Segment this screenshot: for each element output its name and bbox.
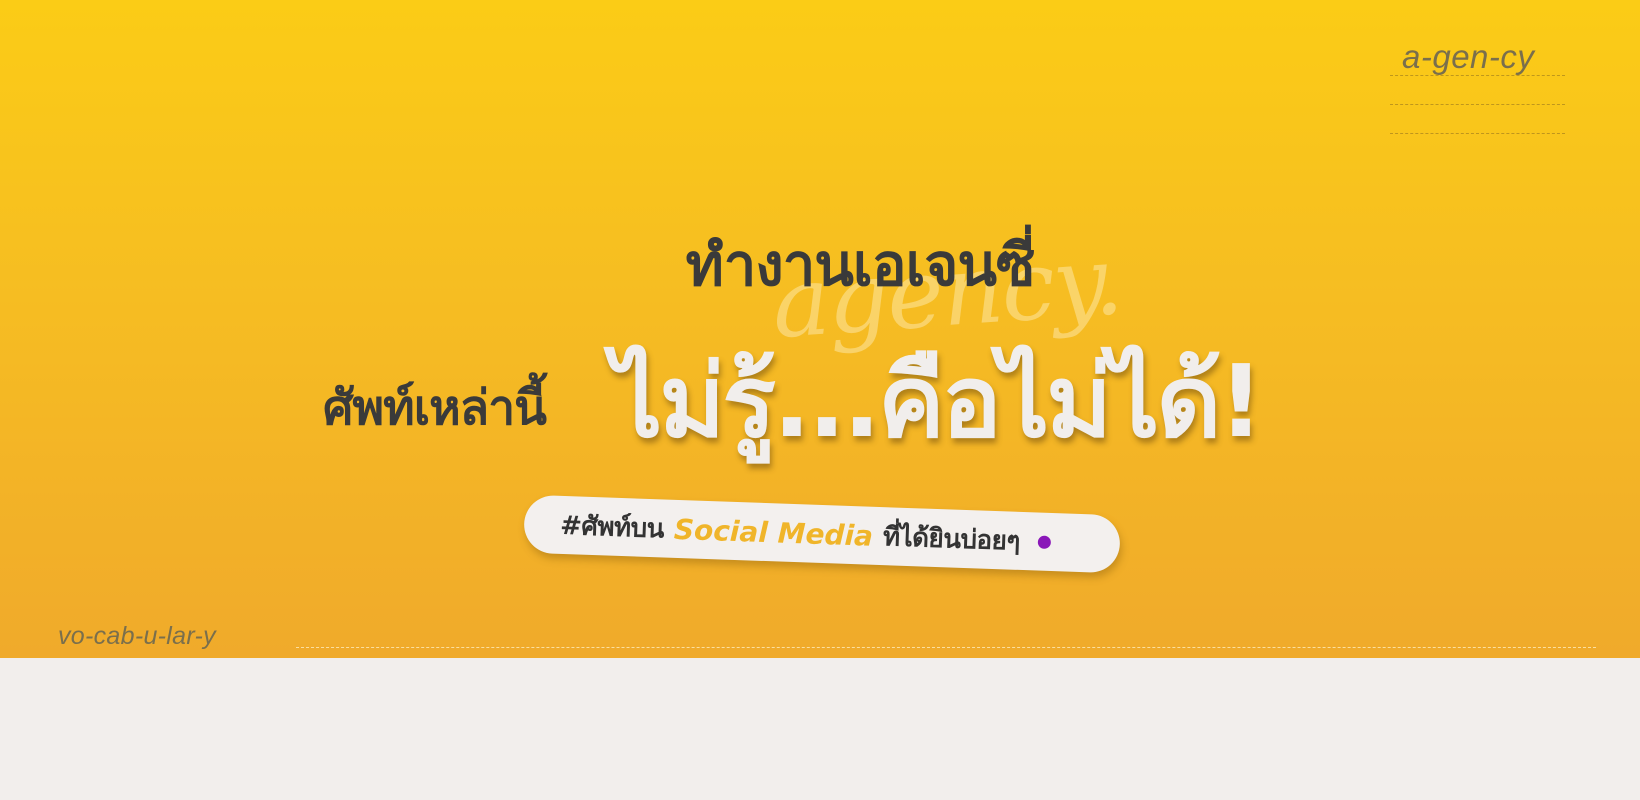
syllable-note-vocabulary: vo-cab-u-lar-y (58, 622, 216, 650)
dashed-rule (1390, 133, 1565, 134)
pill-prefix: #ศัพท์บน (559, 510, 665, 544)
syllable-note-agency: a-gen-cy (1402, 38, 1535, 75)
bottom-panel (0, 658, 1640, 800)
dot-icon (1037, 535, 1052, 549)
headline-line-1: ทำงานเอเจนซี่ (685, 231, 1036, 299)
pill-suffix: ที่ได้ยินบ่อยๆ (882, 521, 1021, 557)
pill-accent: Social Media (673, 512, 874, 553)
dashed-rule (1390, 75, 1565, 76)
dashed-rule-bottom (296, 647, 1596, 648)
dashed-rule (1390, 104, 1565, 105)
headline-line-2-small: ศัพท์เหล่านี้ (323, 380, 547, 436)
headline-line-2-big: ไม่รู้...คือไม่ได้! (612, 343, 1264, 460)
hero-banner: a-gen-cy agency. ทำงานเอเจนซี่ ศัพท์เหล่… (0, 0, 1640, 658)
hashtag-pill: #ศัพท์บน Social Media ที่ได้ยินบ่อยๆ (523, 494, 1121, 574)
